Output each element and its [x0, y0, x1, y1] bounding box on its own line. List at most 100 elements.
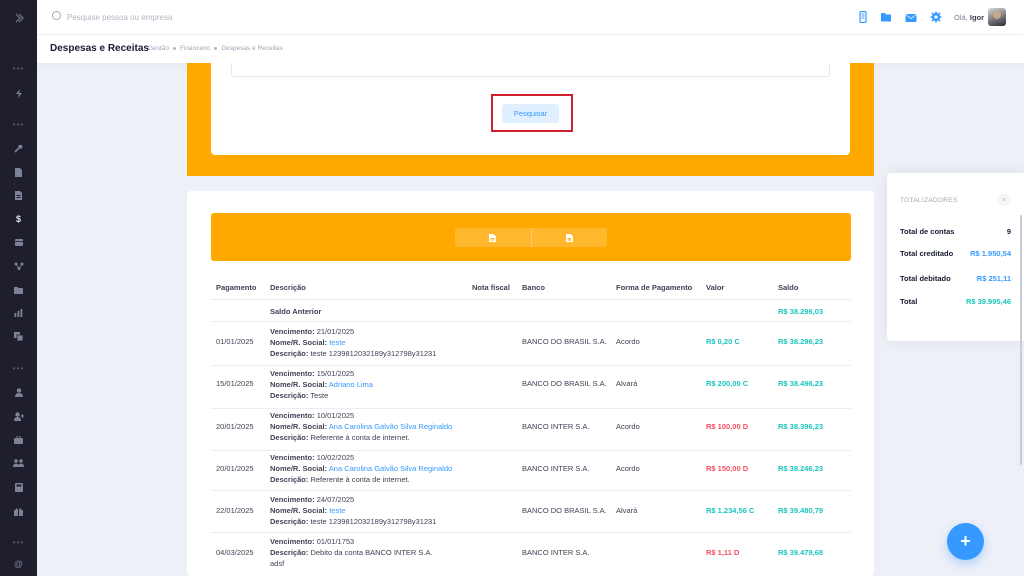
- row-descricao: Vencimento: 01/01/1753 Descrição: Debito…: [270, 537, 433, 568]
- close-icon[interactable]: ×: [998, 194, 1010, 206]
- sidebar-lightning-icon[interactable]: [0, 86, 37, 100]
- add-button[interactable]: +: [947, 523, 984, 560]
- total-creditado-value: R$ 1.950,54: [970, 249, 1011, 258]
- sidebar-document-icon[interactable]: [0, 165, 37, 179]
- user-greeting[interactable]: Olá, Igor: [954, 13, 984, 22]
- search-icon: [52, 11, 61, 20]
- row-pagamento: 20/01/2025: [216, 464, 254, 473]
- contact-link[interactable]: Ana Carolina Galvão Silva Reginaldo: [329, 464, 452, 473]
- row-banco: BANCO INTER S.A.: [522, 548, 590, 557]
- row-pagamento: 22/01/2025: [216, 506, 254, 515]
- col-header-forma-pagamento[interactable]: Forma de Pagamento: [616, 283, 692, 292]
- sidebar-copy-icon[interactable]: [0, 329, 37, 343]
- col-header-banco[interactable]: Banco: [522, 283, 545, 292]
- sidebar-at-icon[interactable]: @: [0, 557, 37, 571]
- highlight-box: [491, 94, 573, 132]
- row-valor: R$ 200,00 C: [706, 379, 749, 388]
- sidebar-dollar-icon[interactable]: $: [0, 212, 37, 226]
- gear-icon[interactable]: [930, 11, 942, 23]
- sidebar-tools-icon[interactable]: [0, 141, 37, 155]
- subheader: Despesas e Receitas Gestão Financeiro Desp…: [37, 35, 1024, 63]
- folder-icon[interactable]: [880, 11, 892, 23]
- col-header-nota-fiscal[interactable]: Nota fiscal: [472, 283, 510, 292]
- sidebar-folder-icon[interactable]: [0, 283, 37, 297]
- row-valor: R$ 100,00 D: [706, 422, 749, 431]
- row-forma: Alvará: [616, 379, 638, 388]
- filter-field[interactable]: [231, 63, 830, 77]
- contact-link[interactable]: teste: [329, 338, 345, 347]
- sidebar-briefcase-icon[interactable]: [0, 433, 37, 447]
- total-contas-label: Total de contas: [900, 227, 955, 236]
- col-header-pagamento[interactable]: Pagamento: [216, 283, 256, 292]
- col-header-valor[interactable]: Valor: [706, 283, 724, 292]
- row-saldo: R$ 39.480,79: [778, 506, 824, 515]
- breadcrumb-item[interactable]: Despesas e Receitas: [221, 45, 282, 52]
- export-excel-button[interactable]: [530, 228, 608, 247]
- sidebar-user-icon[interactable]: [0, 385, 37, 399]
- row-forma: Alvará: [616, 506, 638, 515]
- row-valor: R$ 1.234,56 C: [706, 506, 755, 515]
- page-title: Despesas e Receitas: [50, 43, 149, 54]
- row-valor: R$ 0,20 C: [706, 337, 740, 346]
- total-creditado-label: Total creditado: [900, 249, 954, 258]
- export-pdf-button[interactable]: [455, 228, 531, 247]
- row-descricao: Vencimento: 10/01/2025 Nome/R. Social: A…: [270, 411, 453, 442]
- row-saldo: R$ 38.396,23: [778, 422, 824, 431]
- total-debitado-label: Total debitado: [900, 274, 951, 283]
- divider: [211, 408, 851, 409]
- row-saldo: R$ 38.246,23: [778, 464, 824, 473]
- sidebar-group-icon[interactable]: [0, 456, 37, 470]
- totals-panel: TOTALIZADORES × Total de contas 9 Total …: [887, 173, 1024, 465]
- mobile-phone-icon[interactable]: [857, 10, 869, 24]
- sidebar-section-dots: •••: [12, 64, 25, 73]
- search-input[interactable]: [67, 10, 317, 24]
- row-forma: Acordo: [616, 422, 640, 431]
- col-header-saldo[interactable]: Saldo: [778, 283, 798, 292]
- sidebar-gift-icon[interactable]: [0, 504, 37, 518]
- scrollbar[interactable]: [1020, 215, 1022, 465]
- divider: [211, 450, 851, 451]
- col-header-descricao[interactable]: Descrição: [270, 283, 306, 292]
- transactions-card: Pagamento Descrição Nota fiscal Banco Fo…: [187, 191, 874, 576]
- row-banco: BANCO DO BRASIL S.A.: [522, 379, 607, 388]
- contact-link[interactable]: Adriano Lima: [329, 380, 373, 389]
- row-saldo: R$ 38.296,23: [778, 337, 824, 346]
- contact-link[interactable]: Ana Carolina Galvão Silva Reginaldo: [329, 422, 452, 431]
- row-valor: R$ 1,11 D: [706, 548, 740, 557]
- row-descricao: Vencimento: 15/01/2025 Nome/R. Social: A…: [270, 369, 373, 400]
- contact-link[interactable]: teste: [329, 506, 345, 515]
- breadcrumb-item[interactable]: Financeiro: [180, 45, 210, 52]
- sidebar: ••• ••• $ ••• ••• @: [0, 0, 37, 576]
- sidebar-network-icon[interactable]: [0, 259, 37, 273]
- row-pagamento: 04/03/2025: [216, 548, 254, 557]
- sidebar-toggle-icon[interactable]: [0, 0, 37, 36]
- mail-icon[interactable]: [905, 11, 917, 23]
- sidebar-file-icon[interactable]: [0, 188, 37, 202]
- row-forma: Acordo: [616, 337, 640, 346]
- sidebar-section-dots: •••: [12, 364, 25, 373]
- row-descricao: Vencimento: 24/07/2025 Nome/R. Social: t…: [270, 495, 437, 526]
- breadcrumb-item[interactable]: Gestão: [148, 45, 169, 52]
- divider: [211, 299, 851, 300]
- row-saldo: R$ 38.496,23: [778, 379, 824, 388]
- row-forma: Acordo: [616, 464, 640, 473]
- avatar[interactable]: [988, 8, 1006, 26]
- sidebar-calculator-icon[interactable]: [0, 480, 37, 494]
- sidebar-add-user-icon[interactable]: [0, 409, 37, 423]
- row-descricao: Vencimento: 21/01/2025 Nome/R. Social: t…: [270, 327, 437, 358]
- row-descricao: Vencimento: 10/02/2025 Nome/R. Social: A…: [270, 453, 453, 484]
- file-excel-icon: [565, 233, 573, 242]
- export-group: [455, 228, 607, 247]
- saldo-anterior-label: Saldo Anterior: [270, 307, 322, 316]
- divider: [211, 321, 851, 322]
- total-label: Total: [900, 297, 918, 306]
- export-bar: [211, 213, 851, 261]
- row-banco: BANCO INTER S.A.: [522, 464, 590, 473]
- saldo-anterior-value: R$ 38.296,03: [778, 307, 824, 316]
- sidebar-chart-icon[interactable]: [0, 306, 37, 320]
- total-value: R$ 39.995,46: [965, 297, 1011, 306]
- sidebar-calendar-icon[interactable]: [0, 235, 37, 249]
- totals-title: TOTALIZADORES: [900, 197, 958, 204]
- file-pdf-icon: [489, 233, 497, 242]
- row-banco: BANCO DO BRASIL S.A.: [522, 337, 607, 346]
